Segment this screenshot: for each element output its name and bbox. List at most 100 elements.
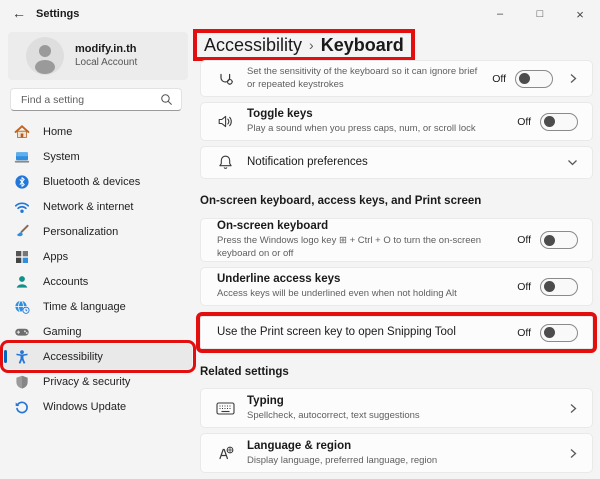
row-filter-keys[interactable]: Set the sensitivity of the keyboard so i… (200, 60, 593, 97)
toggle-state-label: Off (517, 234, 531, 246)
search-icon (161, 94, 172, 105)
time-language-icon (14, 299, 30, 315)
sidebar-item-label: Personalization (43, 225, 119, 238)
minimize-button[interactable]: – (480, 0, 520, 28)
toggle-state-label: Off (517, 326, 531, 339)
account-name: modify.in.th (75, 42, 137, 55)
sidebar-item-label: Network & internet (43, 200, 134, 213)
row-title: Underline access keys (217, 273, 341, 286)
maximize-button[interactable]: □ (520, 0, 560, 28)
sidebar-item-label: Apps (43, 250, 69, 263)
sidebar-item-label: Accessibility (43, 350, 103, 363)
underline-access-keys-toggle[interactable] (540, 277, 578, 296)
personalization-icon (14, 224, 30, 240)
sidebar-item-windows-update[interactable]: Windows Update (4, 394, 192, 419)
toggle-knob (544, 116, 555, 127)
titlebar: ← Settings – □ × (0, 0, 600, 28)
row-title: On-screen keyboard (217, 220, 329, 233)
sidebar-item-system[interactable]: System (4, 144, 192, 169)
apps-icon (14, 249, 30, 265)
row-description: Spellcheck, autocorrect, text suggestion… (247, 409, 420, 421)
sidebar-item-accessibility[interactable]: Accessibility (0, 340, 196, 373)
row-title: Language & region (247, 439, 352, 452)
row-typing[interactable]: Typing Spellcheck, autocorrect, text sug… (200, 388, 593, 428)
row-underline-access-keys[interactable]: Underline access keys Access keys will b… (200, 267, 593, 306)
avatar (26, 37, 64, 75)
row-on-screen-keyboard[interactable]: On-screen keyboard Press the Windows log… (200, 218, 593, 262)
row-toggle-keys[interactable]: Toggle keys Play a sound when you press … (200, 102, 593, 141)
breadcrumb: Accessibility › Keyboard (193, 29, 415, 61)
print-screen-toggle[interactable] (540, 323, 578, 342)
section-header-onscreen: On-screen keyboard, access keys, and Pri… (200, 195, 482, 207)
toggle-state-label: Off (517, 280, 531, 293)
accessibility-icon (14, 349, 30, 365)
search-input[interactable] (21, 93, 160, 106)
person-silhouette-icon (35, 45, 55, 74)
back-button[interactable]: ← (12, 5, 26, 21)
windows-update-icon (14, 399, 30, 415)
language-icon (215, 445, 235, 462)
row-description: Access keys will be underlined even when… (217, 288, 457, 300)
sidebar-item-label: Home (43, 125, 73, 138)
filter-keys-icon (215, 70, 235, 87)
row-description: Press the Windows logo key ⊞ + Ctrl + O … (217, 235, 482, 259)
toggle-state-label: Off (492, 72, 506, 85)
sidebar-item-label: Gaming (43, 325, 82, 338)
speaker-icon (215, 113, 235, 130)
row-title: Notification preferences (247, 156, 368, 169)
row-title: Toggle keys (247, 108, 313, 121)
toggle-state-label: Off (517, 115, 531, 128)
sidebar-item-gaming[interactable]: Gaming (4, 319, 192, 344)
row-description: Set the sensitivity of the keyboard so i… (247, 66, 478, 90)
sidebar-item-accounts[interactable]: Accounts (4, 269, 192, 294)
sidebar-item-label: Time & language (43, 300, 126, 313)
network-icon (14, 199, 30, 215)
sidebar-item-time-language[interactable]: Time & language (4, 294, 192, 319)
row-notification-preferences[interactable]: Notification preferences (200, 146, 593, 179)
toggle-knob (544, 234, 555, 246)
row-title: Typing (247, 394, 284, 407)
sidebar-item-network-internet[interactable]: Network & internet (4, 194, 192, 219)
toggle-knob (544, 327, 555, 338)
toggle-knob (544, 281, 555, 292)
bell-icon (215, 154, 235, 171)
sidebar: modify.in.th Local Account Home (0, 28, 196, 479)
gaming-icon (14, 324, 30, 340)
chevron-right-icon (569, 448, 578, 459)
breadcrumb-parent-link[interactable]: Accessibility (204, 35, 302, 56)
sidebar-item-home[interactable]: Home (4, 119, 192, 144)
system-icon (14, 149, 30, 165)
sidebar-item-label: Bluetooth & devices (43, 175, 141, 188)
keyboard-icon (215, 401, 235, 416)
sidebar-item-label: System (43, 150, 80, 163)
toggle-keys-toggle[interactable] (540, 112, 578, 131)
account-card[interactable]: modify.in.th Local Account (8, 32, 188, 80)
breadcrumb-separator: › (309, 37, 314, 53)
row-title: Use the Print screen key to open Snippin… (217, 326, 456, 339)
filter-keys-toggle[interactable] (515, 69, 553, 88)
accounts-icon (14, 274, 30, 290)
sidebar-item-apps[interactable]: Apps (4, 244, 192, 269)
account-type: Local Account (75, 56, 138, 68)
search-box[interactable] (10, 88, 182, 111)
window-title: Settings (36, 8, 80, 20)
home-icon (14, 124, 30, 140)
sidebar-item-personalization[interactable]: Personalization (4, 219, 192, 244)
row-language-region[interactable]: Language & region Display language, pref… (200, 433, 593, 473)
settings-window: ← Settings – □ × modify.in.th Local Acco… (0, 0, 600, 479)
close-button[interactable]: × (560, 0, 600, 28)
toggle-knob (519, 73, 530, 84)
selected-indicator (4, 350, 7, 363)
row-description: Play a sound when you press caps, num, o… (247, 123, 476, 135)
sidebar-nav: Home System Bluetooth & devices Network … (0, 119, 196, 419)
chevron-down-icon (567, 158, 578, 167)
on-screen-keyboard-toggle[interactable] (540, 231, 578, 249)
sidebar-item-label: Privacy & security (43, 375, 131, 388)
sidebar-item-privacy-security[interactable]: Privacy & security (4, 369, 192, 394)
sidebar-item-label: Windows Update (43, 400, 127, 413)
main-content: Accessibility › Keyboard Set the sensiti… (193, 28, 600, 479)
row-print-screen-snipping-tool[interactable]: Use the Print screen key to open Snippin… (196, 312, 597, 353)
bluetooth-icon (14, 174, 30, 190)
sidebar-item-bluetooth-devices[interactable]: Bluetooth & devices (4, 169, 192, 194)
row-description: Display language, preferred language, re… (247, 454, 438, 466)
